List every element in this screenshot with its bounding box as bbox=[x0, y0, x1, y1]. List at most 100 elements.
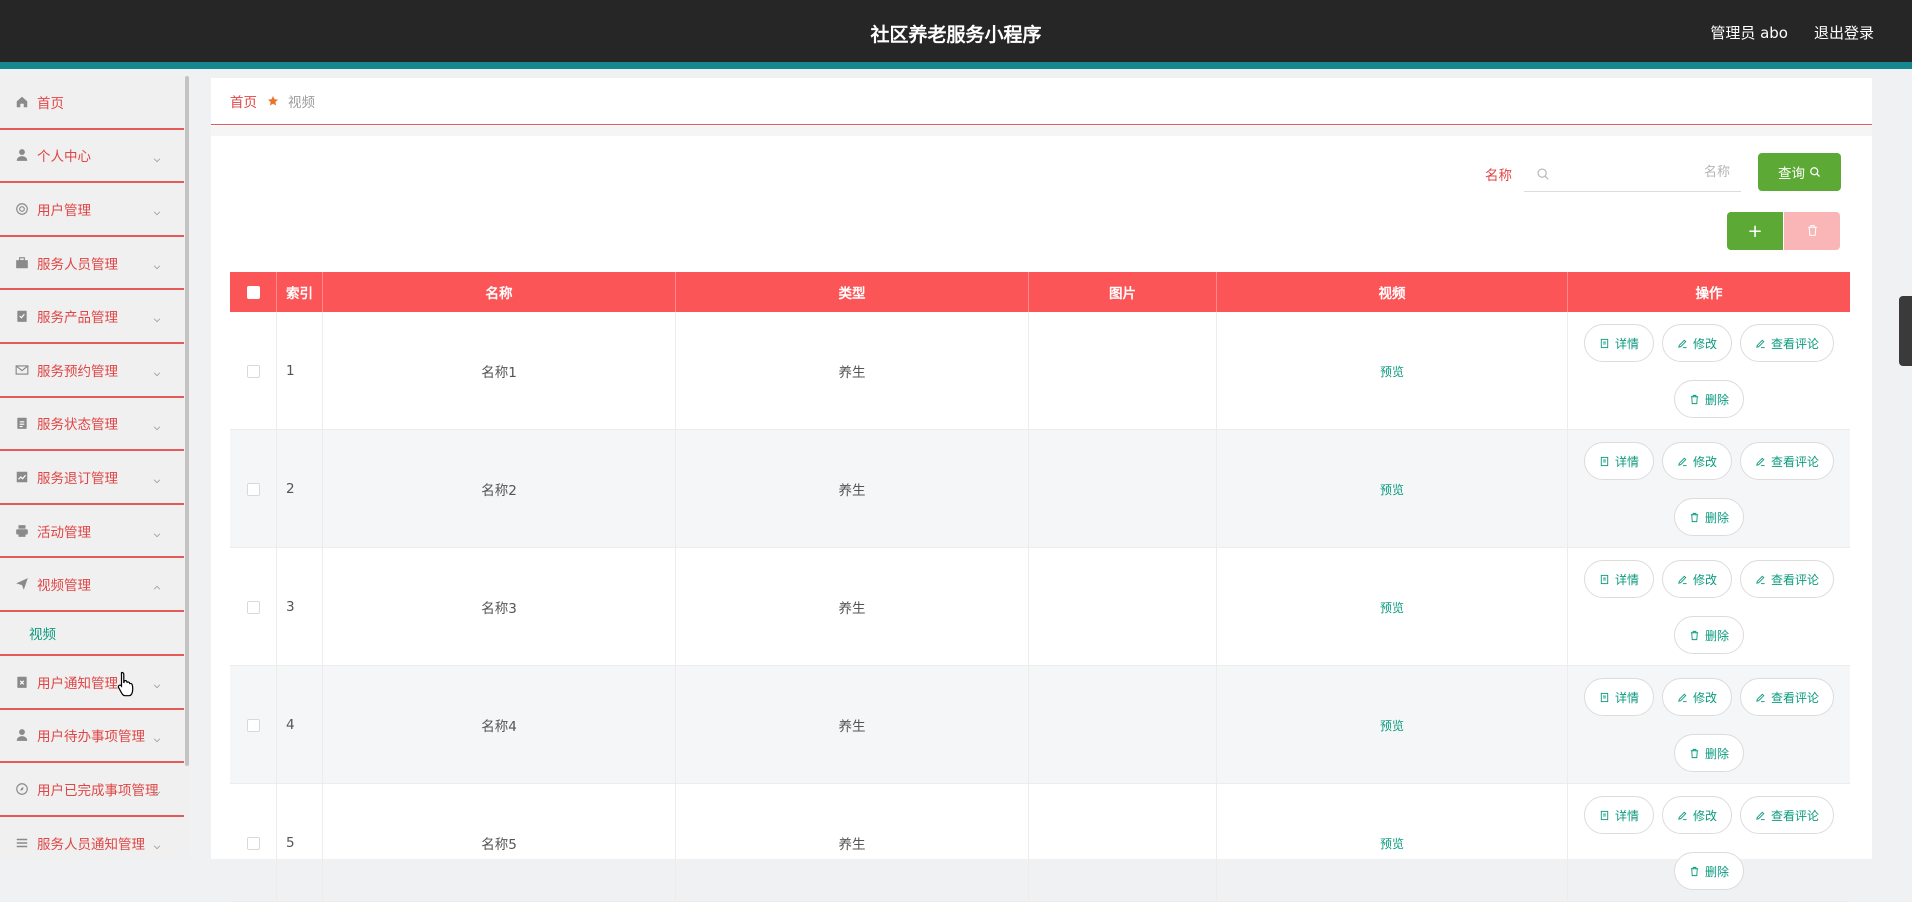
cell-actions: 详情 修改 查看评论删除 bbox=[1568, 666, 1850, 784]
comments-button[interactable]: 查看评论 bbox=[1740, 796, 1835, 834]
trash-icon bbox=[1689, 512, 1700, 523]
pencil-icon bbox=[1755, 574, 1766, 585]
chevron-up-icon bbox=[152, 578, 162, 590]
video-preview-link[interactable]: 预览 bbox=[1380, 481, 1404, 498]
detail-button[interactable]: 详情 bbox=[1583, 560, 1654, 598]
video-preview-link[interactable]: 预览 bbox=[1380, 717, 1404, 734]
comments-button[interactable]: 查看评论 bbox=[1740, 442, 1835, 480]
table-row: 5 名称5 养生 预览 详情 修改 查看评论 删除 bbox=[230, 784, 1850, 902]
row-checkbox[interactable] bbox=[246, 836, 260, 850]
batch-delete-button[interactable] bbox=[1784, 212, 1840, 250]
sidebar-subitem-label: 视频 bbox=[29, 626, 56, 643]
sidebar-item-12[interactable]: 用户已完成事项管理 bbox=[0, 763, 184, 817]
video-preview-link[interactable]: 预览 bbox=[1380, 363, 1404, 380]
breadcrumb-home[interactable]: 首页 bbox=[230, 91, 257, 111]
table-row: 3 名称3 养生 预览 详情 修改 查看评论 删除 bbox=[230, 548, 1850, 666]
edit-button-label: 修改 bbox=[1692, 690, 1717, 705]
search-field[interactable] bbox=[1524, 154, 1744, 192]
cell-image bbox=[1029, 430, 1217, 548]
pencil-icon bbox=[1677, 338, 1688, 349]
cell-video: 预览 bbox=[1217, 548, 1568, 666]
delete-button[interactable]: 删除 bbox=[1673, 616, 1744, 654]
sidebar-item-3[interactable]: 服务人员管理 bbox=[0, 237, 184, 291]
pencil-icon bbox=[1755, 692, 1766, 703]
app-title: 社区养老服务小程序 bbox=[870, 24, 1042, 46]
cell-video: 预览 bbox=[1217, 784, 1568, 902]
search-input[interactable] bbox=[1560, 157, 1744, 188]
detail-button-label: 详情 bbox=[1614, 454, 1639, 469]
delete-button[interactable]: 删除 bbox=[1673, 734, 1744, 772]
detail-button-label: 详情 bbox=[1614, 808, 1639, 823]
row-checkbox-cell bbox=[230, 548, 277, 666]
pencil-icon bbox=[1677, 574, 1688, 585]
row-checkbox[interactable] bbox=[246, 482, 260, 496]
sidebar-item-label: 服务预约管理 bbox=[37, 363, 118, 380]
sidebar-item-6[interactable]: 服务状态管理 bbox=[0, 398, 184, 452]
sidebar-item-1[interactable]: 个人中心 bbox=[0, 130, 184, 184]
sidebar-item-2[interactable]: 用户管理 bbox=[0, 183, 184, 237]
chevron-down-icon bbox=[152, 676, 162, 689]
edit-button-label: 修改 bbox=[1692, 572, 1717, 587]
detail-button[interactable]: 详情 bbox=[1583, 678, 1654, 716]
comments-button[interactable]: 查看评论 bbox=[1740, 560, 1835, 598]
delete-button[interactable]: 删除 bbox=[1673, 498, 1744, 536]
row-checkbox[interactable] bbox=[246, 600, 260, 614]
detail-button-label: 详情 bbox=[1614, 690, 1639, 705]
sidebar-item-9[interactable]: 视频管理 bbox=[0, 558, 184, 612]
select-all-checkbox[interactable] bbox=[246, 285, 260, 299]
row-checkbox[interactable] bbox=[246, 718, 260, 732]
trash-icon bbox=[1689, 866, 1700, 877]
edit-button[interactable]: 修改 bbox=[1661, 560, 1732, 598]
sidebar-item-5[interactable]: 服务预约管理 bbox=[0, 344, 184, 398]
user-icon bbox=[14, 727, 30, 743]
sidebar-scrollbar[interactable] bbox=[185, 76, 189, 766]
sidebar-item-label: 用户管理 bbox=[37, 202, 91, 219]
detail-button[interactable]: 详情 bbox=[1583, 324, 1654, 362]
content-divider bbox=[211, 126, 1872, 136]
edit-button[interactable]: 修改 bbox=[1661, 796, 1732, 834]
query-button[interactable]: 查询 bbox=[1758, 153, 1841, 191]
sidebar-item-7[interactable]: 服务退订管理 bbox=[0, 451, 184, 505]
document-icon bbox=[1599, 574, 1610, 585]
row-checkbox[interactable] bbox=[246, 364, 260, 378]
trash-icon bbox=[1806, 222, 1819, 241]
video-preview-link[interactable]: 预览 bbox=[1380, 835, 1404, 852]
chevron-down-icon bbox=[152, 150, 162, 162]
sidebar-item-11[interactable]: 用户待办事项管理 bbox=[0, 710, 184, 764]
sidebar-item-13[interactable]: 服务人员通知管理 bbox=[0, 817, 184, 859]
comments-button[interactable]: 查看评论 bbox=[1740, 324, 1835, 362]
edit-button[interactable]: 修改 bbox=[1661, 442, 1732, 480]
comments-button[interactable]: 查看评论 bbox=[1740, 678, 1835, 716]
table-row: 4 名称4 养生 预览 详情 修改 查看评论 删除 bbox=[230, 666, 1850, 784]
printer-icon bbox=[14, 523, 30, 539]
sidebar-item-0[interactable]: 首页 bbox=[0, 76, 184, 130]
compass-icon bbox=[14, 781, 30, 797]
cell-type: 养生 bbox=[676, 312, 1029, 430]
video-preview-link[interactable]: 预览 bbox=[1380, 599, 1404, 616]
sidebar-item-10[interactable]: 用户通知管理 bbox=[0, 656, 184, 710]
chevron-down-icon bbox=[152, 525, 162, 538]
sidebar-item-8[interactable]: 活动管理 bbox=[0, 505, 184, 559]
logout-link[interactable]: 退出登录 bbox=[1814, 22, 1874, 43]
sidebar-subitem-video[interactable]: 视频 bbox=[0, 612, 184, 656]
delete-button-label: 删除 bbox=[1704, 510, 1729, 525]
delete-button[interactable]: 删除 bbox=[1673, 380, 1744, 418]
edit-button[interactable]: 修改 bbox=[1661, 678, 1732, 716]
detail-button[interactable]: 详情 bbox=[1583, 442, 1654, 480]
header-actions: 操作 bbox=[1695, 286, 1723, 302]
page-scrollbar[interactable] bbox=[1899, 296, 1912, 366]
sidebar-item-label: 活动管理 bbox=[37, 524, 91, 541]
comments-button-label: 查看评论 bbox=[1771, 336, 1820, 351]
cell-video: 预览 bbox=[1217, 312, 1568, 430]
detail-button[interactable]: 详情 bbox=[1583, 796, 1654, 834]
chevron-down-icon bbox=[152, 310, 162, 323]
edit-button[interactable]: 修改 bbox=[1661, 324, 1732, 362]
sidebar-item-4[interactable]: 服务产品管理 bbox=[0, 290, 184, 344]
header-index: 索引 bbox=[277, 272, 323, 312]
sidebar-item-label: 个人中心 bbox=[37, 149, 91, 166]
delete-button-label: 删除 bbox=[1704, 628, 1729, 643]
add-button[interactable]: + bbox=[1727, 212, 1783, 250]
delete-button[interactable]: 删除 bbox=[1673, 852, 1744, 890]
cell-index: 2 bbox=[277, 430, 323, 548]
pencil-icon bbox=[1755, 810, 1766, 821]
